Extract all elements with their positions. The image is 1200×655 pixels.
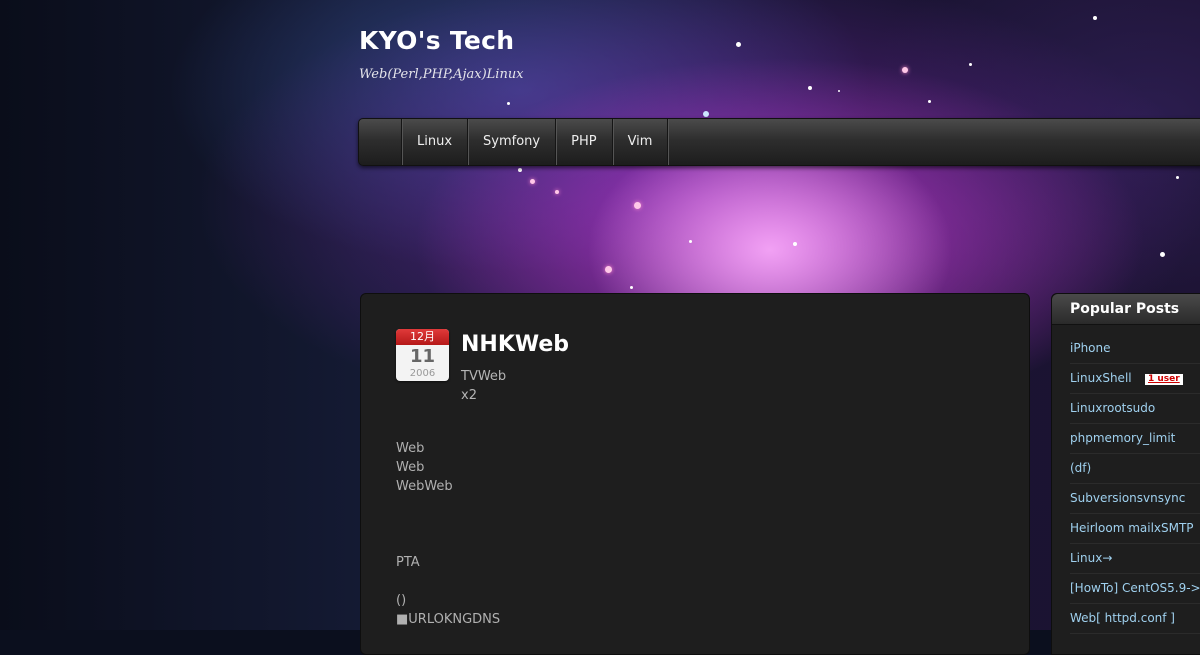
post-title[interactable]: NHKWeb — [461, 332, 569, 357]
list-item: Linuxrootsudo — [1070, 394, 1200, 424]
list-item: [HowTo] CentOS5.9-> — [1070, 574, 1200, 604]
nav-item-symfony[interactable]: Symfony — [468, 119, 557, 165]
post-body-line: Web — [396, 460, 425, 475]
popular-post-link[interactable]: Linux→ — [1070, 551, 1112, 565]
calendar-day: 11 — [409, 346, 436, 367]
popular-post-link[interactable]: (df) — [1070, 461, 1091, 475]
post-body: Web Web WebWeb PTA () ■URLOKNGDNS — [396, 439, 500, 629]
popular-post-link[interactable]: phpmemory_limit — [1070, 431, 1175, 445]
post-body-line — [396, 515, 500, 534]
popular-posts-heading: Popular Posts — [1052, 294, 1200, 325]
nav-item-vim[interactable]: Vim — [613, 119, 669, 165]
post-body-line — [396, 496, 500, 515]
post-meta-line: TVWeb — [461, 369, 507, 384]
nav-item-linux[interactable]: Linux — [402, 119, 469, 165]
site-header: KYO's Tech Web(Perl,PHP,Ajax)Linux — [359, 26, 524, 82]
popular-post-link[interactable]: Subversionsvnsync — [1070, 491, 1185, 505]
popular-post-link[interactable]: iPhone — [1070, 341, 1111, 355]
popular-post-link[interactable]: Web[ httpd.conf ] — [1070, 611, 1175, 625]
post-meta-line: x2 — [461, 388, 477, 403]
post-body-line: ■URLOKNGDNS — [396, 612, 501, 627]
post-body-line: WebWeb — [396, 479, 453, 494]
list-item: iPhone — [1070, 334, 1200, 364]
nav-home-spacer — [359, 119, 402, 165]
popular-post-link[interactable]: LinuxShell — [1070, 371, 1132, 385]
post-body-line: () — [396, 593, 407, 608]
post-body-line — [396, 572, 500, 591]
popular-posts-widget: Popular Posts iPhone LinuxShell 1 user Li… — [1051, 293, 1200, 655]
popular-posts-list: iPhone LinuxShell 1 user Linuxrootsudo ph… — [1052, 325, 1200, 634]
list-item: LinuxShell 1 user — [1070, 364, 1200, 394]
nav-item-php[interactable]: PHP — [556, 119, 613, 165]
main-nav: Linux Symfony PHP Vim — [358, 118, 1200, 166]
list-item: phpmemory_limit — [1070, 424, 1200, 454]
list-item: Heirloom mailxSMTP — [1070, 514, 1200, 544]
calendar-month: 12月 — [396, 329, 449, 345]
site-title[interactable]: KYO's Tech — [359, 26, 524, 55]
site-tagline: Web(Perl,PHP,Ajax)Linux — [359, 67, 524, 82]
post-body-line: PTA — [396, 555, 420, 570]
calendar-year: 2006 — [409, 368, 436, 379]
popular-post-link[interactable]: [HowTo] CentOS5.9-> — [1070, 581, 1200, 595]
list-item: (df) — [1070, 454, 1200, 484]
list-item: Linux→ — [1070, 544, 1200, 574]
post-body-line — [396, 534, 500, 553]
popular-post-link[interactable]: Linuxrootsudo — [1070, 401, 1155, 415]
post-body-line: Web — [396, 441, 425, 456]
post-panel: 12月 11 2006 NHKWeb TVWeb x2 Web Web WebW… — [360, 293, 1030, 655]
calendar-icon: 12月 11 2006 — [396, 329, 449, 381]
list-item: Subversionsvnsync — [1070, 484, 1200, 514]
user-count-badge[interactable]: 1 user — [1145, 374, 1183, 385]
popular-post-link[interactable]: Heirloom mailxSMTP — [1070, 521, 1194, 535]
post-meta: TVWeb x2 — [461, 367, 506, 405]
